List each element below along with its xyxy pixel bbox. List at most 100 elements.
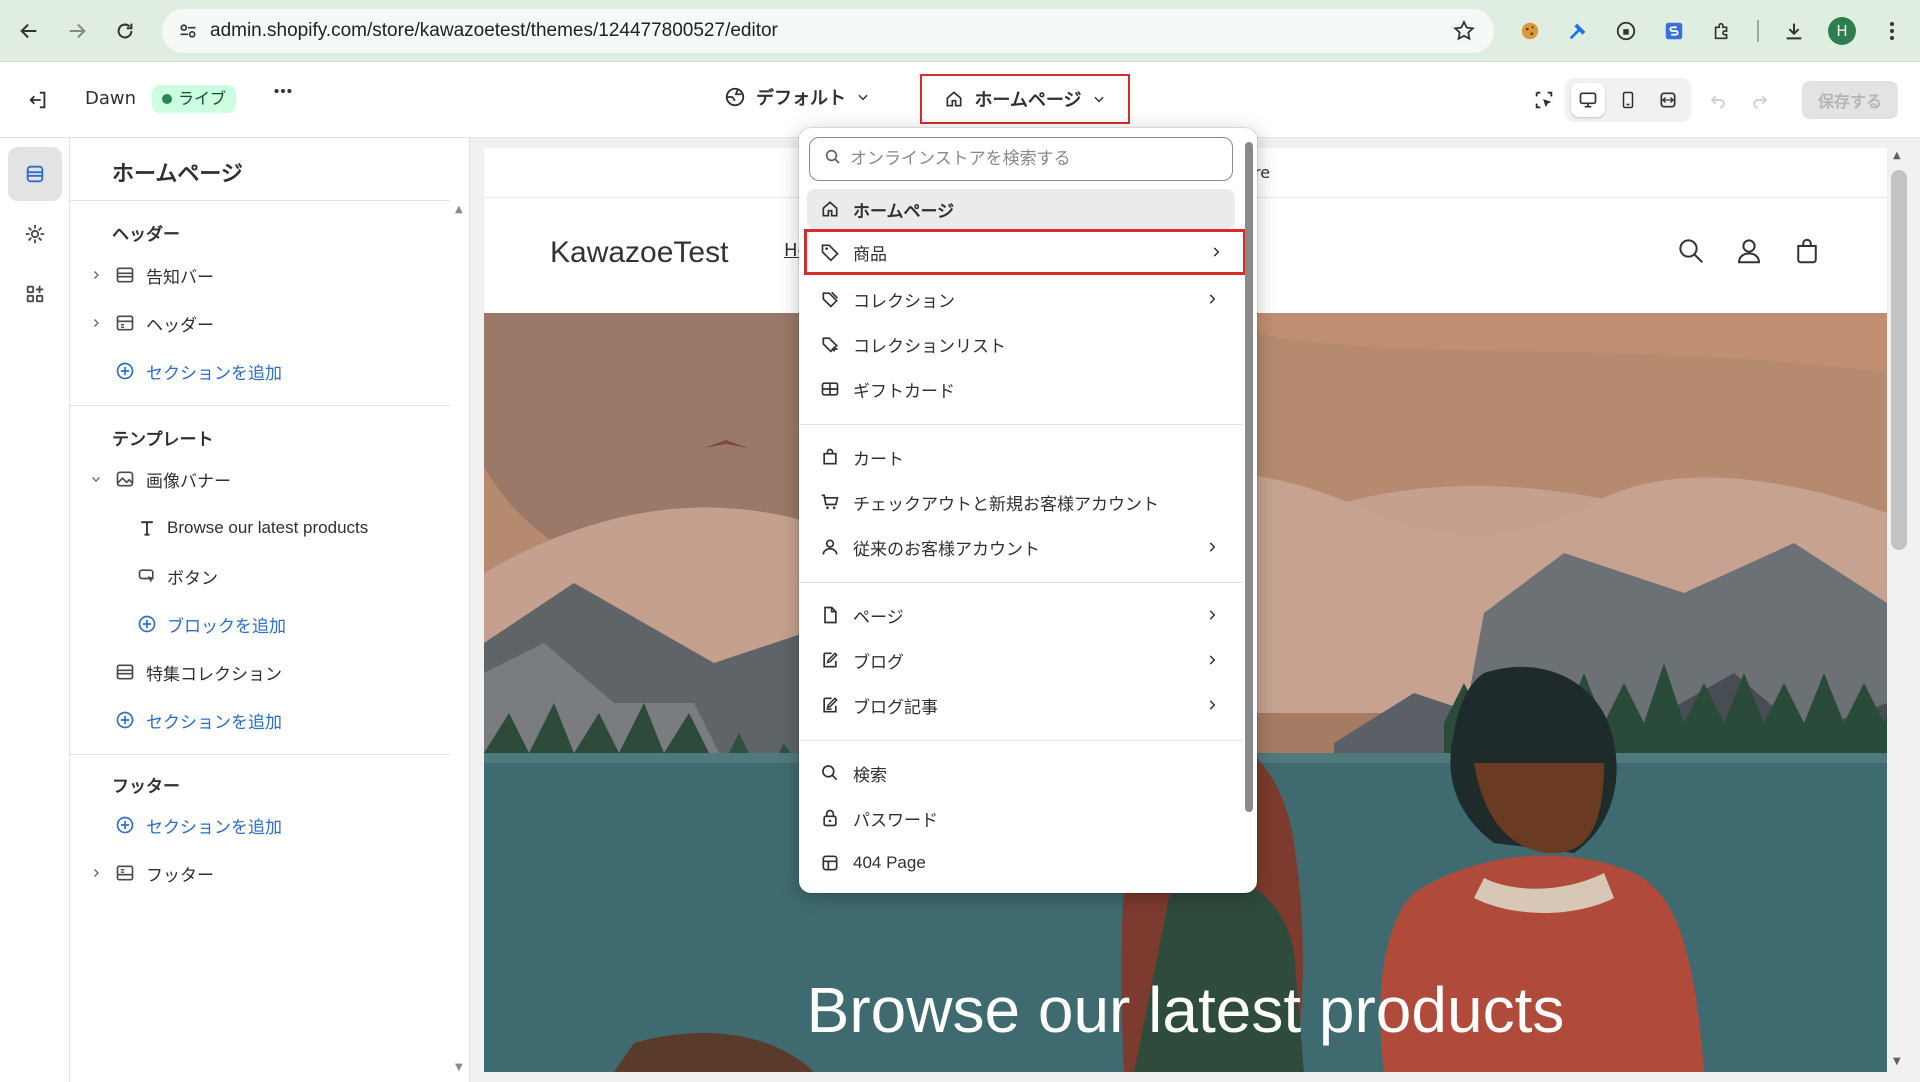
dropdown-scrollbar[interactable] bbox=[1243, 136, 1255, 886]
section-item-header[interactable]: ヘッダー bbox=[70, 303, 450, 343]
hammer-extension-icon[interactable] bbox=[1563, 16, 1593, 46]
add-section-label: セクションを追加 bbox=[146, 817, 282, 838]
dropdown-item-gift-card[interactable]: ギフトカード bbox=[807, 369, 1235, 409]
header-group-heading: ヘッダー bbox=[112, 225, 180, 245]
dropdown-item-collection-list[interactable]: コレクションリスト bbox=[807, 324, 1235, 364]
address-bar[interactable]: admin.shopify.com/store/kawazoetest/them… bbox=[162, 9, 1494, 53]
divider bbox=[799, 740, 1243, 741]
sections-sidebar: ホームページ ▲ ヘッダー 告知バー ヘッダー セクションを追加 テンプレート bbox=[70, 138, 470, 1082]
mobile-view-icon[interactable] bbox=[1611, 83, 1645, 117]
preview-scroll-thumb[interactable] bbox=[1891, 170, 1907, 550]
store-search-input[interactable] bbox=[850, 145, 1220, 173]
bookmark-star-icon[interactable] bbox=[1452, 19, 1476, 43]
dropdown-item-blog[interactable]: ブログ bbox=[807, 640, 1235, 680]
dropdown-item-collections[interactable]: コレクション bbox=[807, 279, 1235, 319]
section-item-featured-collection[interactable]: 特集コレクション bbox=[70, 652, 450, 692]
theme-name: Dawn bbox=[85, 88, 137, 109]
block-item-button[interactable]: ボタン bbox=[70, 556, 450, 596]
add-section-button-footer[interactable]: セクションを追加 bbox=[70, 805, 450, 845]
scroll-up-arrow-icon[interactable]: ▲ bbox=[1893, 150, 1901, 161]
dropdown-item-password[interactable]: パスワード bbox=[807, 798, 1235, 838]
dropdown-item-404-page[interactable]: 404 Page bbox=[807, 843, 1235, 883]
section-item-announcement-bar[interactable]: 告知バー bbox=[70, 255, 450, 295]
store-search-field[interactable] bbox=[809, 137, 1233, 181]
store-account-icon[interactable] bbox=[1732, 234, 1766, 268]
s-extension-icon[interactable] bbox=[1659, 16, 1689, 46]
page-selector-label: ホームページ bbox=[974, 90, 1082, 111]
dropdown-item-label: ブログ記事 bbox=[853, 697, 938, 718]
theme-settings-gear-icon[interactable] bbox=[8, 207, 62, 261]
editor-rail bbox=[0, 138, 70, 1082]
blog-post-icon bbox=[819, 694, 841, 716]
redo-icon[interactable] bbox=[1744, 84, 1776, 116]
toolbar-divider bbox=[1757, 20, 1759, 42]
store-search-icon[interactable] bbox=[1674, 234, 1708, 268]
page-selector[interactable]: ホームページ bbox=[920, 74, 1130, 124]
back-icon[interactable] bbox=[12, 14, 46, 48]
footer-section-icon bbox=[114, 862, 136, 884]
dropdown-item-customer-accounts[interactable]: 従来のお客様アカウント bbox=[807, 527, 1235, 567]
divider bbox=[70, 200, 450, 201]
apps-icon[interactable] bbox=[8, 267, 62, 321]
add-section-button-header[interactable]: セクションを追加 bbox=[70, 351, 450, 391]
dropdown-item-label: パスワード bbox=[853, 810, 938, 831]
section-item-label: フッター bbox=[146, 865, 214, 886]
dropdown-item-pages[interactable]: ページ bbox=[807, 595, 1235, 635]
reload-icon[interactable] bbox=[108, 14, 142, 48]
preview-scrollbar[interactable]: ▲ ▼ bbox=[1887, 148, 1911, 1072]
chevron-down-icon bbox=[1092, 92, 1106, 106]
sidebar-title: ホームページ bbox=[112, 162, 243, 187]
chevron-right-icon[interactable] bbox=[90, 269, 102, 281]
forward-icon[interactable] bbox=[60, 14, 94, 48]
password-extension-icon[interactable] bbox=[1611, 16, 1641, 46]
dropdown-item-cart[interactable]: カート bbox=[807, 437, 1235, 477]
block-item-label: ボタン bbox=[167, 568, 218, 589]
scroll-up-arrow-icon[interactable]: ▲ bbox=[455, 204, 463, 215]
divider bbox=[70, 754, 450, 755]
extensions-puzzle-icon[interactable] bbox=[1707, 16, 1737, 46]
chevron-right-icon[interactable] bbox=[90, 317, 102, 329]
store-cart-icon[interactable] bbox=[1790, 234, 1824, 268]
download-icon[interactable] bbox=[1779, 16, 1809, 46]
section-item-label: 告知バー bbox=[146, 267, 214, 288]
undo-icon[interactable] bbox=[1702, 84, 1734, 116]
tag-icon bbox=[819, 241, 841, 263]
section-item-footer[interactable]: フッター bbox=[70, 853, 450, 893]
save-button[interactable]: 保存する bbox=[1802, 81, 1898, 119]
store-logo[interactable]: KawazoeTest bbox=[550, 236, 728, 270]
banner-heading[interactable]: Browse our latest products bbox=[484, 973, 1887, 1047]
home-icon bbox=[944, 89, 964, 109]
more-actions-button[interactable] bbox=[272, 80, 294, 102]
inspector-cursor-icon[interactable] bbox=[1528, 84, 1560, 116]
dropdown-item-label: ブログ bbox=[853, 652, 904, 673]
desktop-view-icon[interactable] bbox=[1571, 83, 1605, 117]
chevron-down-icon bbox=[856, 90, 870, 104]
dropdown-item-homepage[interactable]: ホームページ bbox=[807, 189, 1235, 229]
divider bbox=[799, 424, 1243, 425]
footer-group-heading: フッター bbox=[112, 777, 180, 797]
dropdown-item-products[interactable]: 商品 bbox=[804, 229, 1246, 275]
add-section-button-template[interactable]: セクションを追加 bbox=[70, 700, 450, 740]
scroll-down-arrow-icon[interactable]: ▼ bbox=[455, 1062, 463, 1073]
profile-avatar[interactable]: H bbox=[1828, 17, 1856, 45]
dropdown-scroll-thumb[interactable] bbox=[1245, 142, 1253, 812]
dropdown-item-checkout[interactable]: チェックアウトと新規お客様アカウント bbox=[807, 482, 1235, 522]
section-item-image-banner[interactable]: 画像バナー bbox=[70, 459, 450, 499]
block-item-heading[interactable]: Browse our latest products bbox=[70, 508, 450, 548]
sections-icon[interactable] bbox=[8, 147, 62, 201]
cookie-extension-icon[interactable] bbox=[1515, 16, 1545, 46]
collection-icon bbox=[819, 288, 841, 310]
home-icon bbox=[819, 198, 841, 220]
dropdown-item-label: 従来のお客様アカウント bbox=[853, 539, 1040, 560]
chevron-down-icon[interactable] bbox=[90, 473, 102, 485]
exit-icon[interactable] bbox=[22, 84, 54, 116]
chevron-right-icon[interactable] bbox=[90, 867, 102, 879]
add-block-button[interactable]: ブロックを追加 bbox=[70, 604, 450, 644]
dropdown-item-blog-post[interactable]: ブログ記事 bbox=[807, 685, 1235, 725]
site-settings-icon[interactable] bbox=[178, 21, 198, 41]
fullwidth-view-icon[interactable] bbox=[1651, 83, 1685, 117]
template-selector[interactable]: デフォルト bbox=[724, 84, 870, 110]
browser-menu-icon[interactable] bbox=[1877, 16, 1907, 46]
scroll-down-arrow-icon[interactable]: ▼ bbox=[1893, 1056, 1901, 1067]
dropdown-item-search[interactable]: 検索 bbox=[807, 753, 1235, 793]
